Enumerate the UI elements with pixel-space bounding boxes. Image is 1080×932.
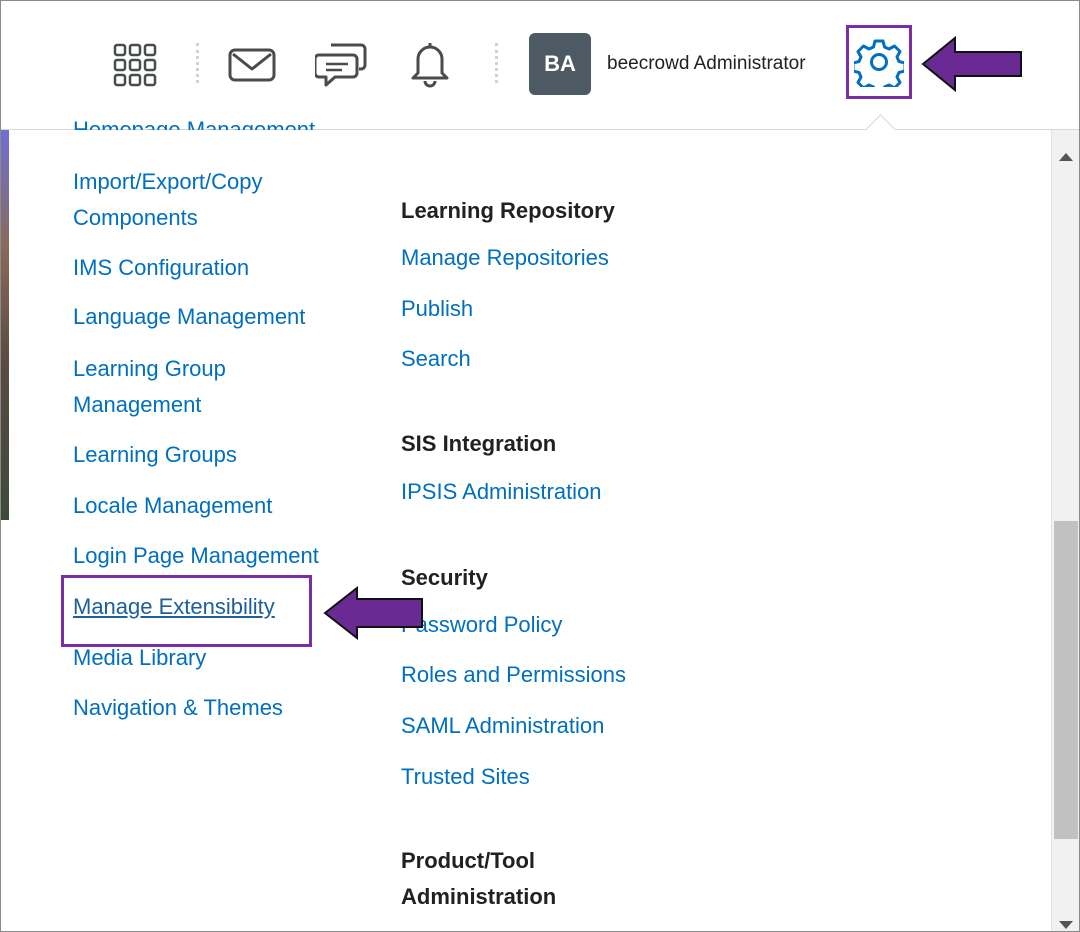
- menu-item-saml-administration[interactable]: SAML Administration: [401, 708, 604, 744]
- top-navbar: BA beecrowd Administrator: [1, 1, 1079, 130]
- scroll-down-arrow-icon[interactable]: [1059, 921, 1073, 929]
- menu-item-manage-repositories[interactable]: Manage Repositories: [401, 240, 609, 276]
- admin-tools-dropdown: Homepage Management Import/Export/Copy C…: [11, 120, 1051, 931]
- section-heading-learning-repository: Learning Repository: [401, 198, 615, 223]
- nav-separator: [495, 43, 498, 83]
- menu-item-login-page-management[interactable]: Login Page Management: [73, 538, 319, 574]
- clipped-menu-item[interactable]: Homepage Management: [73, 120, 315, 130]
- menu-item-learning-groups[interactable]: Learning Groups: [73, 437, 237, 473]
- section-heading-sis-integration: SIS Integration: [401, 431, 557, 456]
- menu-item-password-policy[interactable]: Password Policy: [401, 607, 562, 643]
- avatar[interactable]: BA: [529, 33, 591, 95]
- scroll-up-arrow-icon[interactable]: [1059, 153, 1073, 161]
- menu-item-language-management[interactable]: Language Management: [73, 299, 305, 335]
- menu-item-navigation-themes[interactable]: Navigation & Themes: [73, 690, 283, 726]
- menu-item-learning-group-management[interactable]: Learning Group Management: [73, 351, 226, 423]
- section-heading-product-tool-administration: Product/Tool Administration: [401, 848, 557, 909]
- manage-extensibility-highlight-box: [61, 575, 312, 647]
- menu-item-locale-management[interactable]: Locale Management: [73, 488, 272, 524]
- menu-item-import-export-copy[interactable]: Import/Export/Copy Components: [73, 164, 263, 236]
- scrollbar-thumb[interactable]: [1054, 521, 1078, 839]
- background-page-sliver: [1, 130, 9, 520]
- user-name[interactable]: beecrowd Administrator: [607, 53, 806, 75]
- gear-highlight-box: [846, 25, 912, 99]
- nav-separator: [196, 43, 199, 83]
- menu-item-trusted-sites[interactable]: Trusted Sites: [401, 759, 530, 795]
- menu-item-ims-configuration[interactable]: IMS Configuration: [73, 250, 249, 286]
- menu-item-roles-and-permissions[interactable]: Roles and Permissions: [401, 657, 626, 693]
- notification-bell-icon[interactable]: [409, 39, 451, 89]
- annotation-arrow-icon: [323, 585, 425, 641]
- avatar-initials: BA: [544, 51, 576, 76]
- email-icon[interactable]: [227, 45, 277, 85]
- browser-frame: BA beecrowd Administrator Homepage Manag…: [0, 0, 1080, 932]
- menu-item-search[interactable]: Search: [401, 341, 471, 377]
- annotation-arrow-icon: [921, 35, 1025, 93]
- menu-item-ipsis-administration[interactable]: IPSIS Administration: [401, 474, 602, 510]
- menu-item-publish[interactable]: Publish: [401, 291, 473, 327]
- waffle-grid-icon[interactable]: [113, 43, 157, 87]
- message-alerts-icon[interactable]: [313, 39, 367, 89]
